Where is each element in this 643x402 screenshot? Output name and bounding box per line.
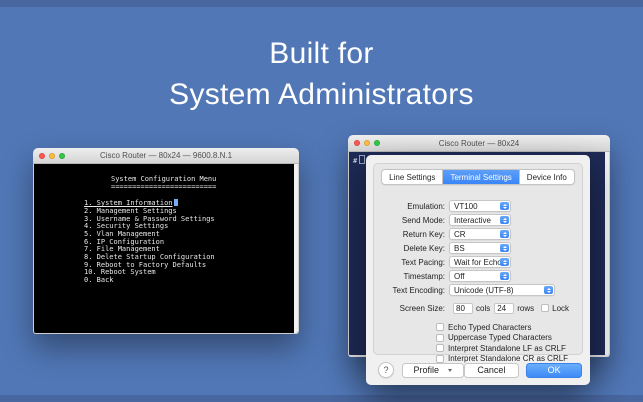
field-row-send-mode: Send Mode: Interactive — [374, 214, 582, 226]
popup-stepper-icon — [500, 230, 509, 238]
top-band — [0, 0, 643, 7]
bottom-band — [0, 395, 643, 402]
echo-typed-checkbox[interactable] — [436, 323, 444, 331]
popup-stepper-icon — [500, 216, 509, 224]
text-encoding-value: Unicode (UTF-8) — [454, 286, 514, 295]
popup-stepper-icon — [500, 272, 509, 280]
field-row-text-encoding: Text Encoding: Unicode (UTF-8) — [374, 284, 582, 296]
terminal-menu-line: 10. Reboot System — [84, 269, 298, 277]
terminal-cursor — [174, 199, 178, 206]
checkbox-row-lf-crlf: Interpret Standalone LF as CRLF — [436, 343, 582, 354]
hero-line-2: System Administrators — [0, 74, 643, 115]
left-window-titlebar[interactable]: Cisco Router — 80x24 — 9600.8.N.1 — [33, 148, 299, 164]
cols-unit-label: cols — [476, 304, 490, 313]
close-button[interactable] — [39, 153, 45, 159]
send-mode-popup[interactable]: Interactive — [449, 214, 511, 226]
echo-typed-label: Echo Typed Characters — [448, 323, 531, 332]
delete-key-label: Delete Key: — [380, 244, 445, 253]
left-terminal-screen[interactable]: System Configuration Menu ==============… — [33, 164, 299, 334]
cancel-button[interactable]: Cancel — [464, 363, 520, 378]
field-row-delete-key: Delete Key: BS — [374, 242, 582, 254]
tab-device-info[interactable]: Device Info — [520, 170, 574, 184]
lock-label: Lock — [552, 304, 569, 313]
checkbox-row-uppercase: Uppercase Typed Characters — [436, 333, 582, 344]
send-mode-label: Send Mode: — [380, 216, 445, 225]
text-encoding-popup[interactable]: Unicode (UTF-8) — [449, 284, 555, 296]
left-terminal-scrollbar[interactable] — [294, 164, 298, 333]
delete-key-value: BS — [454, 244, 465, 253]
checkbox-row-echo: Echo Typed Characters — [436, 322, 582, 333]
profile-label: Profile — [413, 365, 439, 375]
traffic-lights — [354, 140, 380, 146]
left-terminal-window: Cisco Router — 80x24 — 9600.8.N.1 System… — [33, 148, 299, 334]
tab-line-settings[interactable]: Line Settings — [382, 170, 443, 184]
terminal-menu-line: 0. Back — [84, 277, 298, 285]
profile-dropdown-button[interactable]: Profile — [402, 363, 464, 378]
terminal-hollow-cursor — [359, 155, 365, 164]
right-window-title: Cisco Router — 80x24 — [348, 139, 610, 148]
text-pacing-label: Text Pacing: — [380, 258, 445, 267]
terminal-settings-dialog: Line Settings Terminal Settings Device I… — [366, 155, 590, 385]
right-window-titlebar[interactable]: Cisco Router — 80x24 — [348, 135, 610, 152]
return-key-popup[interactable]: CR — [449, 228, 511, 240]
right-terminal-scrollbar[interactable] — [605, 152, 609, 355]
field-row-timestamp: Timestamp: Off — [374, 270, 582, 282]
field-row-return-key: Return Key: CR — [374, 228, 582, 240]
cols-input[interactable] — [453, 303, 473, 314]
delete-key-popup[interactable]: BS — [449, 242, 511, 254]
text-encoding-label: Text Encoding: — [380, 286, 445, 295]
left-window-title: Cisco Router — 80x24 — 9600.8.N.1 — [33, 151, 299, 160]
popup-stepper-icon — [500, 244, 509, 252]
rows-input[interactable] — [494, 303, 514, 314]
text-pacing-value: Wait for Echo — [454, 258, 502, 267]
dialog-footer: ? Profile Cancel OK — [366, 355, 590, 385]
chevron-down-icon — [448, 369, 452, 372]
hero-heading: Built for System Administrators — [0, 33, 643, 115]
interpret-lf-label: Interpret Standalone LF as CRLF — [448, 344, 566, 353]
terminal-prompt: # — [353, 157, 357, 165]
zoom-button[interactable] — [59, 153, 65, 159]
uppercase-typed-label: Uppercase Typed Characters — [448, 333, 552, 342]
lock-checkbox[interactable] — [541, 304, 549, 312]
return-key-value: CR — [454, 230, 466, 239]
screen-size-row: Screen Size: cols rows Lock — [374, 302, 582, 314]
terminal-menu-selected-item: 1. System Information — [84, 199, 173, 207]
emulation-popup[interactable]: VT100 — [449, 200, 511, 212]
field-row-emulation: Emulation: VT100 — [374, 200, 582, 212]
text-pacing-popup[interactable]: Wait for Echo — [449, 256, 511, 268]
zoom-button[interactable] — [374, 140, 380, 146]
hero-line-1: Built for — [0, 33, 643, 74]
field-row-text-pacing: Text Pacing: Wait for Echo — [374, 256, 582, 268]
interpret-lf-checkbox[interactable] — [436, 344, 444, 352]
timestamp-label: Timestamp: — [380, 272, 445, 281]
timestamp-popup[interactable]: Off — [449, 270, 511, 282]
popup-stepper-icon — [500, 202, 509, 210]
terminal-menu-divider: ========================= — [111, 184, 298, 192]
close-button[interactable] — [354, 140, 360, 146]
minimize-button[interactable] — [364, 140, 370, 146]
help-button[interactable]: ? — [378, 362, 394, 378]
uppercase-typed-checkbox[interactable] — [436, 334, 444, 342]
timestamp-value: Off — [454, 272, 465, 281]
rows-unit-label: rows — [517, 304, 534, 313]
settings-panel: Line Settings Terminal Settings Device I… — [373, 163, 583, 355]
popup-stepper-icon — [500, 258, 509, 266]
tab-terminal-settings[interactable]: Terminal Settings — [443, 170, 519, 184]
emulation-value: VT100 — [454, 202, 478, 211]
screen-size-label: Screen Size: — [380, 304, 445, 313]
popup-stepper-icon — [544, 286, 553, 294]
traffic-lights — [39, 153, 65, 159]
minimize-button[interactable] — [49, 153, 55, 159]
emulation-label: Emulation: — [380, 202, 445, 211]
send-mode-value: Interactive — [454, 216, 491, 225]
ok-button[interactable]: OK — [526, 363, 582, 378]
settings-tab-control: Line Settings Terminal Settings Device I… — [381, 169, 575, 185]
return-key-label: Return Key: — [380, 230, 445, 239]
